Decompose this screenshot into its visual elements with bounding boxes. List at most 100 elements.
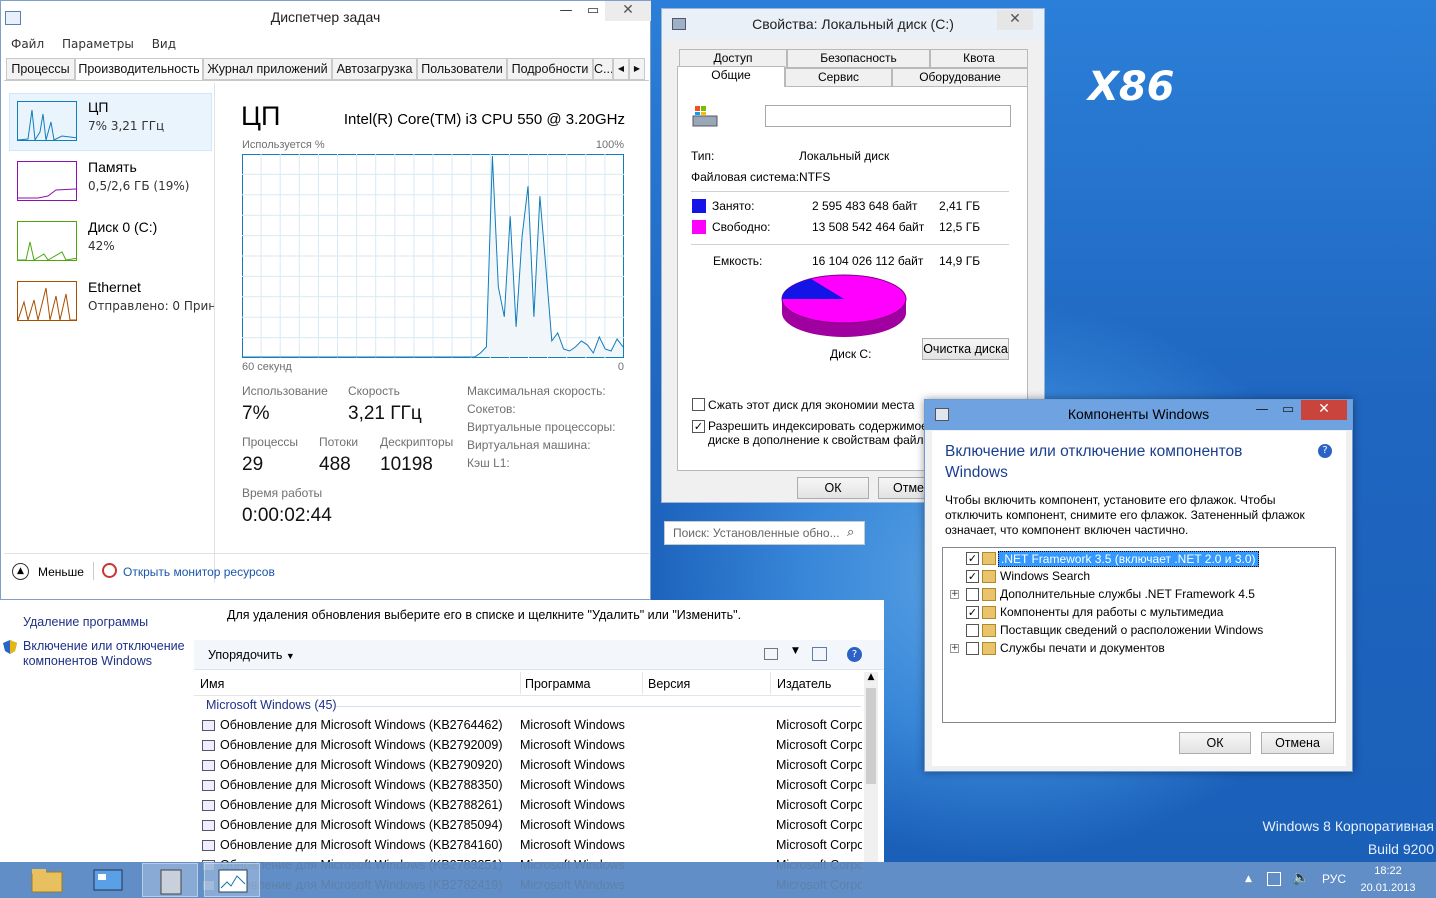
control-panel-icon[interactable] bbox=[80, 863, 136, 897]
help-icon[interactable]: ? bbox=[1318, 444, 1332, 458]
tab-details[interactable]: Подробности bbox=[507, 58, 593, 80]
sidebar-item-title[interactable]: Диск 0 (C:) bbox=[88, 219, 157, 235]
scroll-thumb[interactable] bbox=[866, 688, 876, 784]
table-row[interactable]: Обновление для Microsoft Windows (KB2785… bbox=[200, 816, 865, 836]
tab-users[interactable]: Пользователи bbox=[417, 58, 507, 80]
feature-checkbox[interactable] bbox=[966, 642, 979, 655]
scrollbar[interactable]: ▲ bbox=[864, 672, 878, 862]
tab-hardware[interactable]: Оборудование bbox=[892, 68, 1028, 87]
scroll-up-icon[interactable]: ▲ bbox=[864, 672, 878, 686]
ok-button[interactable]: ОК bbox=[1179, 732, 1251, 754]
link-windows-features-1[interactable]: Включение или отключение bbox=[23, 639, 185, 653]
tab-tools[interactable]: Сервис bbox=[785, 68, 892, 87]
search-icon[interactable]: ⌕ bbox=[847, 525, 854, 540]
row-publisher: Microsoft Corpo bbox=[776, 778, 862, 792]
compress-checkbox[interactable] bbox=[692, 398, 705, 411]
ok-button[interactable]: ОК bbox=[797, 477, 869, 499]
sidebar-item-title[interactable]: Память bbox=[88, 159, 137, 175]
table-row[interactable]: Обновление для Microsoft Windows (KB2792… bbox=[200, 736, 865, 756]
close-icon[interactable]: ✕ bbox=[605, 1, 651, 21]
group-header[interactable]: Microsoft Windows (45) bbox=[206, 698, 337, 712]
network-icon[interactable] bbox=[1267, 872, 1281, 886]
feature-checkbox[interactable] bbox=[966, 624, 979, 637]
view-icon[interactable] bbox=[764, 648, 778, 660]
cp-sidebar: Удаление программы Включение или отключе… bbox=[0, 600, 192, 862]
col-name[interactable]: Имя bbox=[200, 677, 224, 691]
feature-checkbox[interactable]: ✓ bbox=[966, 552, 979, 565]
row-name: Обновление для Microsoft Windows (KB2788… bbox=[220, 778, 503, 792]
tab-security[interactable]: Безопасность bbox=[787, 49, 930, 68]
index-checkbox[interactable]: ✓ bbox=[692, 420, 705, 433]
volume-icon[interactable]: 🔈 bbox=[1292, 870, 1309, 886]
feature-checkbox[interactable]: ✓ bbox=[966, 606, 979, 619]
table-row[interactable]: Обновление для Microsoft Windows (KB2764… bbox=[200, 716, 865, 736]
organize-button[interactable]: Упорядочить ▼ bbox=[208, 648, 295, 662]
menu-view[interactable]: Вид bbox=[152, 37, 176, 51]
link-windows-features-2[interactable]: компонентов Windows bbox=[23, 654, 152, 668]
col-program[interactable]: Программа bbox=[520, 672, 591, 694]
menu-file[interactable]: Файл bbox=[11, 37, 44, 51]
row-name: Обновление для Microsoft Windows (KB2764… bbox=[220, 718, 503, 732]
feature-label[interactable]: Поставщик сведений о расположении Window… bbox=[998, 623, 1265, 637]
feature-label[interactable]: Службы печати и документов bbox=[998, 641, 1167, 655]
tab-scroll-right-icon[interactable]: ▶ bbox=[629, 58, 645, 80]
minimize-icon[interactable]: — bbox=[551, 1, 581, 23]
chevron-down-icon[interactable]: ▼ bbox=[792, 646, 799, 656]
sidebar-item-title[interactable]: ЦП bbox=[88, 99, 108, 115]
close-icon[interactable]: ✕ bbox=[1301, 400, 1347, 420]
feature-checkbox[interactable]: ✓ bbox=[966, 570, 979, 583]
expand-icon[interactable]: + bbox=[950, 644, 959, 653]
tab-performance[interactable]: Производительность bbox=[75, 58, 203, 81]
table-row[interactable]: Обновление для Microsoft Windows (KB2784… bbox=[200, 836, 865, 856]
language-indicator[interactable]: РУС bbox=[1322, 872, 1346, 886]
table-row[interactable]: Обновление для Microsoft Windows (KB2790… bbox=[200, 756, 865, 776]
tab-general[interactable]: Общие bbox=[677, 66, 785, 88]
disk-cleanup-button[interactable]: Очистка диска bbox=[922, 338, 1009, 360]
clock-time[interactable]: 18:22 bbox=[1360, 865, 1416, 877]
open-resource-monitor-link[interactable]: Открыть монитор ресурсов bbox=[123, 565, 275, 579]
update-icon bbox=[202, 760, 215, 771]
close-icon[interactable]: ✕ bbox=[997, 10, 1033, 30]
col-version[interactable]: Версия bbox=[642, 672, 690, 694]
feature-label[interactable]: .NET Framework 3.5 (включает .NET 2.0 и … bbox=[998, 551, 1259, 567]
installer-icon[interactable] bbox=[142, 863, 198, 897]
free-label: Свободно: bbox=[712, 220, 771, 234]
search-input[interactable]: Поиск: Установленные обно... ⌕ bbox=[664, 521, 865, 545]
cpu-detail-label: Сокетов: bbox=[467, 402, 516, 416]
volume-label-input[interactable] bbox=[765, 105, 1011, 127]
col-publisher[interactable]: Издатель bbox=[770, 672, 831, 694]
task-manager-taskbar-icon[interactable] bbox=[204, 863, 260, 897]
maximize-icon[interactable]: ▭ bbox=[578, 1, 608, 23]
chevron-up-icon[interactable]: ▲ bbox=[12, 563, 29, 580]
table-row[interactable]: Обновление для Microsoft Windows (KB2788… bbox=[200, 776, 865, 796]
explorer-icon[interactable] bbox=[18, 863, 74, 897]
tab-scroll-left-icon[interactable]: ◀ bbox=[613, 58, 629, 80]
expand-icon[interactable]: + bbox=[950, 590, 959, 599]
feature-label[interactable]: Windows Search bbox=[998, 569, 1092, 583]
tray-overflow-icon[interactable]: ▲ bbox=[1245, 874, 1252, 884]
feature-checkbox[interactable] bbox=[966, 588, 979, 601]
tab-quota[interactable]: Квота bbox=[930, 49, 1028, 68]
installed-updates-window: Удаление программы Включение или отключе… bbox=[0, 600, 884, 892]
sidebar-graph-2 bbox=[17, 221, 79, 261]
clock-date[interactable]: 20.01.2013 bbox=[1358, 882, 1418, 894]
cp-toolbar: Упорядочить ▼ ▼ ? bbox=[194, 640, 884, 670]
usage-label: Использование bbox=[242, 384, 328, 398]
menu-options[interactable]: Параметры bbox=[62, 37, 134, 51]
sidebar-item-title[interactable]: Ethernet bbox=[88, 279, 141, 295]
cancel-button[interactable]: Отмена bbox=[1261, 732, 1334, 754]
feature-label[interactable]: Дополнительные службы .NET Framework 4.5 bbox=[998, 587, 1257, 601]
table-row[interactable]: Обновление для Microsoft Windows (KB2788… bbox=[200, 796, 865, 816]
tab-services[interactable]: С... bbox=[593, 58, 613, 80]
help-icon[interactable]: ? bbox=[847, 647, 862, 662]
row-publisher: Microsoft Corpo bbox=[776, 758, 862, 772]
preview-pane-icon[interactable] bbox=[812, 647, 827, 661]
tab-startup[interactable]: Автозагрузка bbox=[332, 58, 417, 80]
fewer-details-button[interactable]: Меньше bbox=[38, 565, 84, 579]
feature-label[interactable]: Компоненты для работы с мультимедиа bbox=[998, 605, 1225, 619]
sidebar-divider bbox=[214, 83, 215, 583]
tab-app-history[interactable]: Журнал приложений bbox=[203, 58, 332, 80]
maximize-icon[interactable]: ▭ bbox=[1273, 400, 1303, 422]
link-uninstall-program[interactable]: Удаление программы bbox=[23, 615, 148, 629]
tab-processes[interactable]: Процессы bbox=[6, 58, 75, 80]
